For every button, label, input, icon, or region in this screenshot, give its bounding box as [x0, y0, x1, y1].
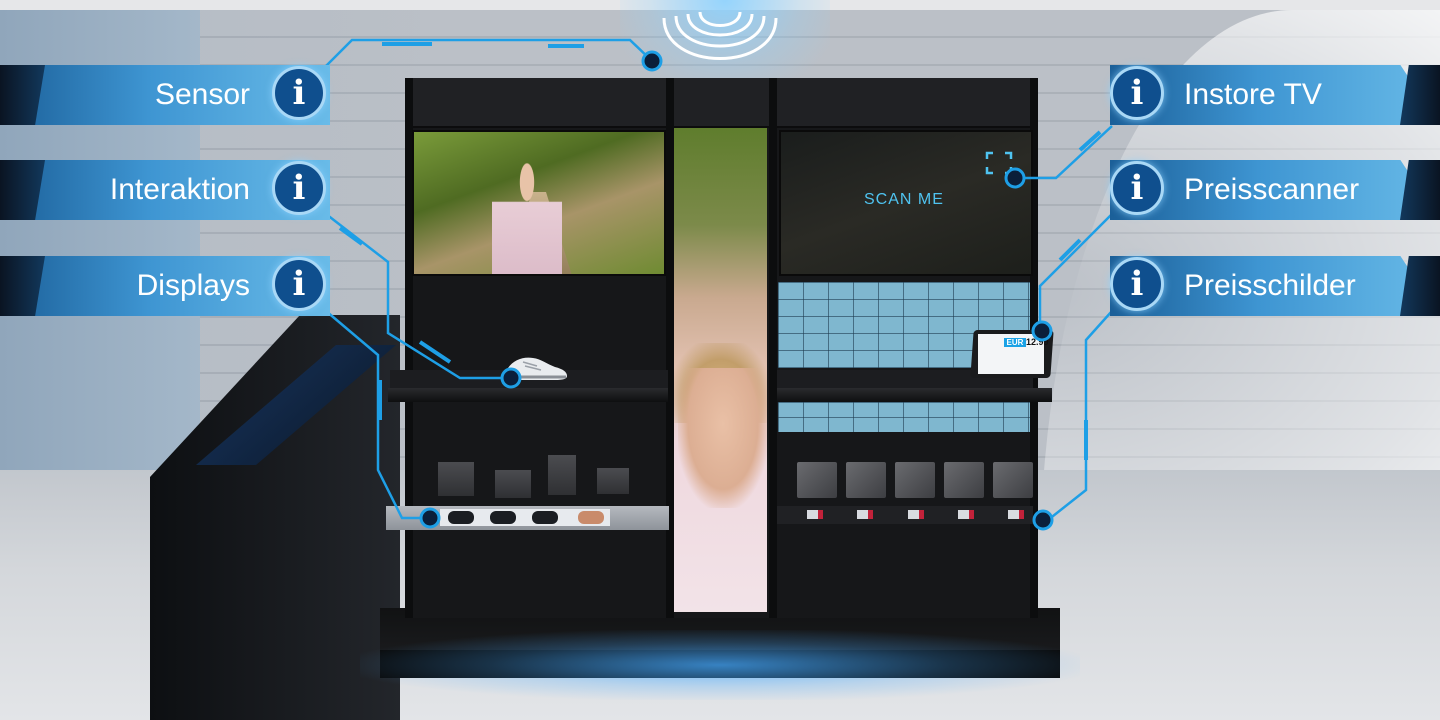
hotspot-label: Preisscanner — [1184, 173, 1360, 206]
hotspot-dot — [1031, 320, 1053, 342]
connector-preisscanner — [1038, 213, 1113, 331]
hotspot-sensor[interactable]: Sensor i — [0, 65, 330, 125]
hotspot-dot — [419, 507, 441, 529]
hotspot-preisschilder[interactable]: Preisschilder i — [1110, 256, 1440, 316]
connector-sensor — [325, 38, 653, 67]
ceiling-sensor-icon — [662, 11, 778, 60]
hotspot-instore-tv[interactable]: Instore TV i — [1110, 65, 1440, 125]
hotspot-preisscanner[interactable]: Preisscanner i — [1110, 160, 1440, 220]
hotspot-dot — [1004, 167, 1026, 189]
info-icon[interactable]: i — [1110, 66, 1164, 120]
info-icon[interactable]: i — [272, 66, 326, 120]
hotspot-interaktion[interactable]: Interaktion i — [0, 160, 330, 220]
hotspot-displays[interactable]: Displays i — [0, 256, 330, 316]
hotspot-dot — [500, 367, 522, 389]
hotspot-dot — [1032, 509, 1054, 531]
info-icon[interactable]: i — [272, 161, 326, 215]
info-icon[interactable]: i — [1110, 161, 1164, 215]
info-icon[interactable]: i — [272, 257, 326, 311]
hotspot-dot — [641, 50, 663, 72]
hotspot-label: Interaktion — [109, 173, 250, 206]
hotspot-label: Displays — [136, 269, 250, 302]
hotspot-label: Sensor — [154, 78, 250, 111]
hotspot-label: Instore TV — [1184, 78, 1322, 111]
info-icon[interactable]: i — [1110, 257, 1164, 311]
hotspot-label: Preisschilder — [1184, 269, 1356, 302]
connector-preisschilder — [1047, 310, 1113, 521]
